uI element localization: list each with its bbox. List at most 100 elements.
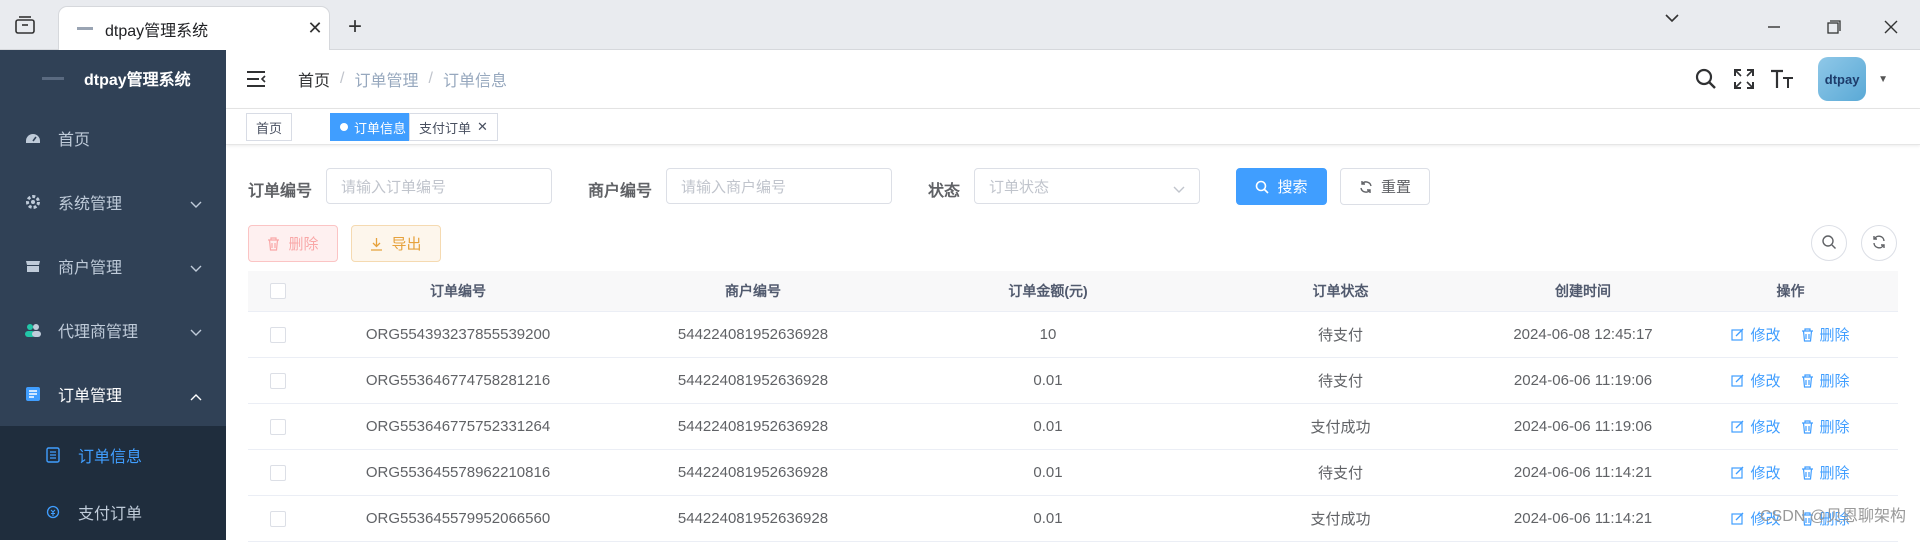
select-all-checkbox[interactable]	[270, 283, 286, 299]
reset-button-label: 重置	[1380, 179, 1411, 196]
delete-button-label: 删除	[288, 236, 319, 253]
sidebar-logo[interactable]: dtpay管理系统	[0, 50, 226, 106]
actions-cell: 修改 删除	[1683, 370, 1898, 391]
search-icon[interactable]	[1692, 65, 1720, 93]
fullscreen-icon[interactable]	[1730, 65, 1758, 93]
edit-icon	[1731, 512, 1744, 525]
tab-actions-icon[interactable]	[14, 14, 36, 36]
edit-link[interactable]: 修改	[1731, 370, 1781, 391]
order-no-placeholder: 请输入订单编号	[341, 178, 447, 196]
row-checkbox[interactable]	[270, 326, 286, 343]
minimize-icon[interactable]	[1767, 18, 1781, 39]
sidebar-item-system[interactable]: 系统管理	[0, 170, 226, 234]
chevron-down-icon	[190, 196, 202, 214]
tag-label: 支付订单	[419, 120, 472, 136]
search-button[interactable]: 搜索	[1236, 168, 1327, 205]
active-dot-icon	[340, 123, 348, 131]
edit-label: 修改	[1750, 419, 1781, 436]
store-icon	[24, 257, 42, 275]
font-size-icon[interactable]	[1768, 65, 1796, 93]
amount-cell: 10	[1039, 326, 1057, 343]
status-cell: 支付成功	[1310, 419, 1371, 436]
header-checkbox-cell	[248, 283, 308, 299]
row-checkbox[interactable]	[270, 510, 286, 527]
reset-button[interactable]: 重置	[1340, 168, 1430, 205]
actions-cell: 修改 删除	[1683, 324, 1898, 345]
row-checkbox[interactable]	[270, 372, 286, 389]
merchant-no-placeholder: 请输入商户编号	[681, 178, 787, 196]
edit-label: 修改	[1750, 373, 1781, 390]
row-checkbox[interactable]	[270, 464, 286, 481]
delete-link[interactable]: 删除	[1801, 416, 1850, 437]
amount-cell: 0.01	[1033, 510, 1063, 527]
tag-label: 订单信息	[354, 120, 407, 136]
sidebar: dtpay管理系统 首页 系统管理 商户管理 代理商管理 订单管理 订单信息 支…	[0, 50, 226, 540]
delete-link[interactable]: 删除	[1801, 324, 1850, 345]
table-row: ORG553646775752331264 544224081952636928…	[248, 404, 1898, 450]
amount-cell: 0.01	[1033, 464, 1063, 481]
watermark: CSDN @贝恩聊架构	[1759, 508, 1906, 525]
header-cell: 订单金额(元)	[1008, 283, 1088, 299]
sidebar-item-order-info[interactable]: 订单信息	[0, 426, 226, 483]
orders-table: 订单编号 商户编号 订单金额(元) 订单状态 创建时间 操作 ORG554393…	[248, 271, 1898, 542]
delete-button[interactable]: 删除	[248, 225, 338, 262]
trash-icon	[267, 236, 280, 251]
trash-icon	[1801, 419, 1814, 434]
browser-tab[interactable]: dtpay管理系统 ✕	[58, 6, 330, 50]
hamburger-icon[interactable]	[246, 68, 268, 90]
row-checkbox-cell	[248, 510, 308, 527]
order-no-cell: ORG553646775752331264	[365, 418, 551, 435]
header-cell: 操作	[1776, 283, 1805, 299]
merchant-no-label: 商户编号	[588, 183, 653, 200]
close-window-icon[interactable]	[1884, 18, 1898, 39]
tag-pay-order[interactable]: 支付订单 ✕	[409, 113, 498, 141]
order-no-label: 订单编号	[248, 183, 313, 200]
chevron-down-icon	[190, 260, 202, 278]
edit-link[interactable]: 修改	[1731, 416, 1781, 437]
edit-link[interactable]: 修改	[1731, 324, 1781, 345]
new-tab-button[interactable]: +	[348, 13, 362, 41]
sidebar-item-agent[interactable]: 代理商管理	[0, 298, 226, 362]
order-no-input[interactable]: 请输入订单编号	[326, 168, 552, 204]
download-icon	[370, 237, 383, 251]
status-cell: 待支付	[1317, 327, 1363, 344]
restore-icon[interactable]	[1827, 18, 1841, 39]
edit-icon	[1731, 328, 1744, 341]
chevron-up-icon	[190, 388, 202, 406]
tag-home[interactable]: 首页	[246, 113, 293, 141]
table-row: ORG554393237855539200 544224081952636928…	[248, 312, 1898, 358]
sidebar-item-pay-order[interactable]: 支付订单	[0, 483, 226, 540]
delete-link[interactable]: 删除	[1801, 370, 1850, 391]
row-checkbox[interactable]	[270, 418, 286, 435]
delete-link[interactable]: 删除	[1801, 462, 1850, 483]
close-icon[interactable]: ✕	[477, 119, 488, 135]
toggle-search-button[interactable]	[1811, 225, 1847, 261]
merchant-no-cell: 544224081952636928	[677, 510, 829, 527]
browser-tab-title: dtpay管理系统	[105, 22, 209, 40]
status-cell: 待支付	[1317, 373, 1363, 390]
edit-link[interactable]: 修改	[1731, 462, 1781, 483]
edit-label: 修改	[1750, 465, 1781, 482]
breadcrumb-item[interactable]: 首页	[298, 67, 330, 91]
edit-label: 修改	[1750, 327, 1781, 344]
sidebar-item-home[interactable]: 首页	[0, 106, 226, 170]
close-tab-icon[interactable]: ✕	[301, 18, 329, 39]
status-cell: 支付成功	[1310, 511, 1371, 528]
sidebar-item-orders[interactable]: 订单管理	[0, 362, 226, 426]
export-button[interactable]: 导出	[351, 225, 441, 262]
favicon-icon	[77, 27, 93, 30]
sidebar-item-label: 支付订单	[78, 505, 143, 523]
caret-down-icon[interactable]: ▼	[1878, 74, 1888, 85]
merchant-no-input[interactable]: 请输入商户编号	[666, 168, 892, 204]
status-select[interactable]: 订单状态	[974, 168, 1200, 204]
tab-list-chevron-icon[interactable]	[1664, 10, 1680, 31]
status-label: 状态	[928, 183, 961, 200]
refresh-icon	[1359, 180, 1373, 194]
dashboard-icon	[24, 129, 42, 147]
avatar[interactable]: dtpay	[1818, 57, 1867, 101]
order-no-cell: ORG553646774758281216	[365, 372, 551, 389]
refresh-table-button[interactable]	[1861, 225, 1897, 261]
actions-cell: 修改 删除	[1683, 462, 1898, 483]
delete-label: 删除	[1819, 327, 1850, 344]
sidebar-item-merchant[interactable]: 商户管理	[0, 234, 226, 298]
